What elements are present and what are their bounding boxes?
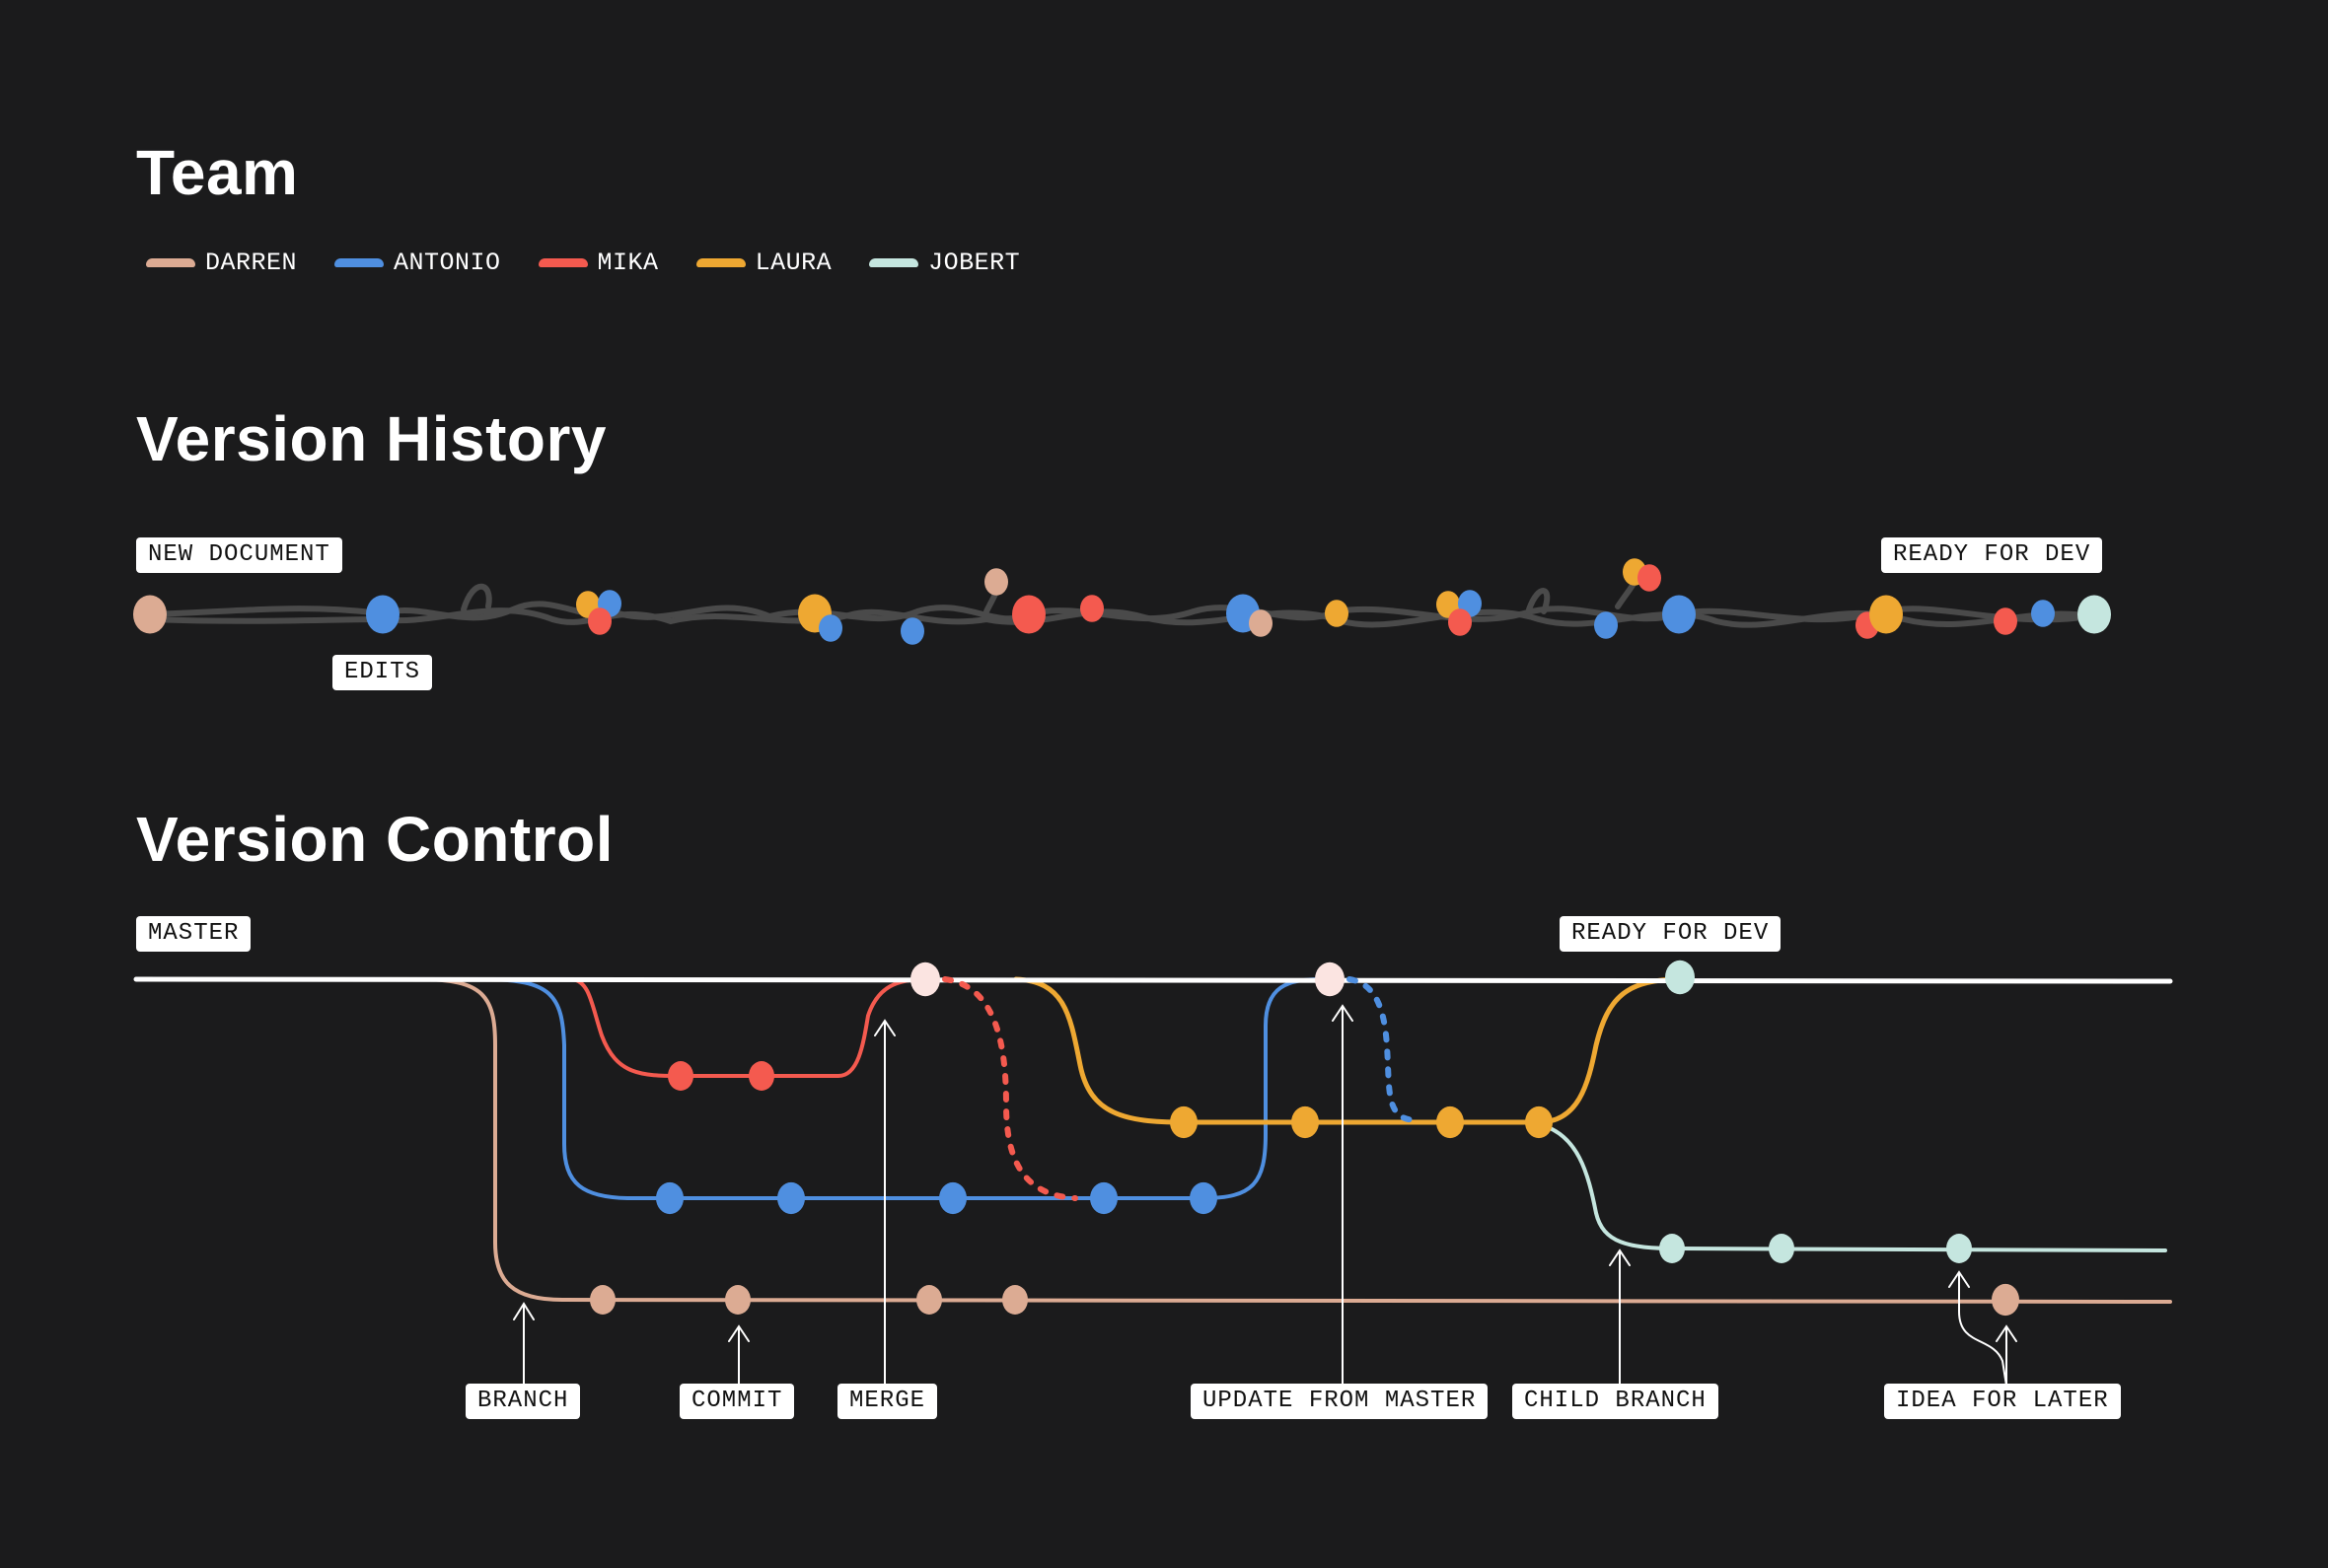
- history-loop: [461, 583, 492, 612]
- branch-label: BRANCH: [466, 1384, 581, 1419]
- merge-commit: [910, 962, 940, 997]
- child-branch-label: CHILD BRANCH: [1512, 1384, 1718, 1419]
- jobert-commit: [1769, 1234, 1794, 1263]
- mika-branch-line: [570, 977, 927, 1078]
- history-commit-mika: [588, 607, 612, 635]
- master-line: [133, 976, 2173, 984]
- darren-commit: [916, 1285, 942, 1315]
- history-commit-antonio: [2031, 600, 2055, 627]
- ready-for-dev-commit: [1665, 960, 1695, 995]
- history-commit-mika: [1637, 564, 1661, 592]
- antonio-commit: [656, 1181, 684, 1215]
- antonio-commit: [1190, 1181, 1217, 1215]
- history-commit-darren: [133, 595, 167, 634]
- branches: [133, 976, 2173, 1304]
- antonio-commit: [1090, 1181, 1118, 1215]
- history-commit-mika: [1448, 608, 1472, 636]
- history-commit-darren: [1249, 609, 1273, 637]
- update-from-master-label: UPDATE FROM MASTER: [1191, 1384, 1489, 1419]
- jobert-commit: [1659, 1234, 1685, 1263]
- mika-commit: [668, 1061, 693, 1091]
- history-timeline: [147, 574, 2099, 628]
- laura-commit: [1436, 1105, 1464, 1139]
- jobert-branch-line: [1537, 1122, 2167, 1252]
- mika-merge-dashed: [942, 976, 1078, 1201]
- darren-commit: [725, 1285, 751, 1315]
- history-commit-mika: [1012, 595, 1046, 634]
- antonio-commit: [777, 1181, 805, 1215]
- laura-commit: [1525, 1105, 1553, 1139]
- history-commit-antonio: [901, 617, 924, 645]
- mika-commit: [749, 1061, 774, 1091]
- commit-label: COMMIT: [680, 1384, 795, 1419]
- branch-arrow: [513, 1302, 535, 1387]
- darren-commit: [1992, 1283, 2019, 1317]
- update-commit: [1315, 962, 1345, 997]
- merge-label: MERGE: [837, 1384, 938, 1419]
- antonio-branch-line: [481, 977, 1324, 1200]
- history-commit-antonio: [819, 614, 842, 642]
- darren-commit: [1002, 1285, 1028, 1315]
- darren-branch-line: [417, 977, 2172, 1304]
- darren-commit: [590, 1285, 616, 1315]
- antonio-update-dashed: [1346, 976, 1419, 1123]
- version-control-commits: [590, 960, 2019, 1317]
- history-commit-darren: [984, 568, 1008, 596]
- idea-for-later-label: IDEA FOR LATER: [1884, 1384, 2121, 1419]
- history-commit-jobert: [2077, 595, 2111, 634]
- history-commits: [133, 558, 2111, 645]
- history-commit-mika: [1994, 607, 2017, 635]
- history-commit-antonio: [366, 595, 400, 634]
- history-commit-laura: [1869, 595, 1903, 634]
- merge-arrow: [874, 1019, 896, 1387]
- commit-arrow: [728, 1324, 750, 1387]
- diagram-canvas: [133, 558, 2173, 1387]
- history-commit-laura: [1325, 600, 1348, 627]
- jobert-commit: [1946, 1234, 1972, 1263]
- history-commit-antonio: [1594, 611, 1618, 639]
- laura-commit: [1170, 1105, 1198, 1139]
- history-commit-mika: [1080, 595, 1104, 622]
- update-arrow: [1332, 1004, 1353, 1387]
- child-branch-arrow: [1609, 1248, 1631, 1387]
- antonio-commit: [939, 1181, 967, 1215]
- laura-branch-line: [1013, 976, 1685, 1125]
- history-commit-antonio: [1662, 595, 1696, 634]
- laura-commit: [1291, 1105, 1319, 1139]
